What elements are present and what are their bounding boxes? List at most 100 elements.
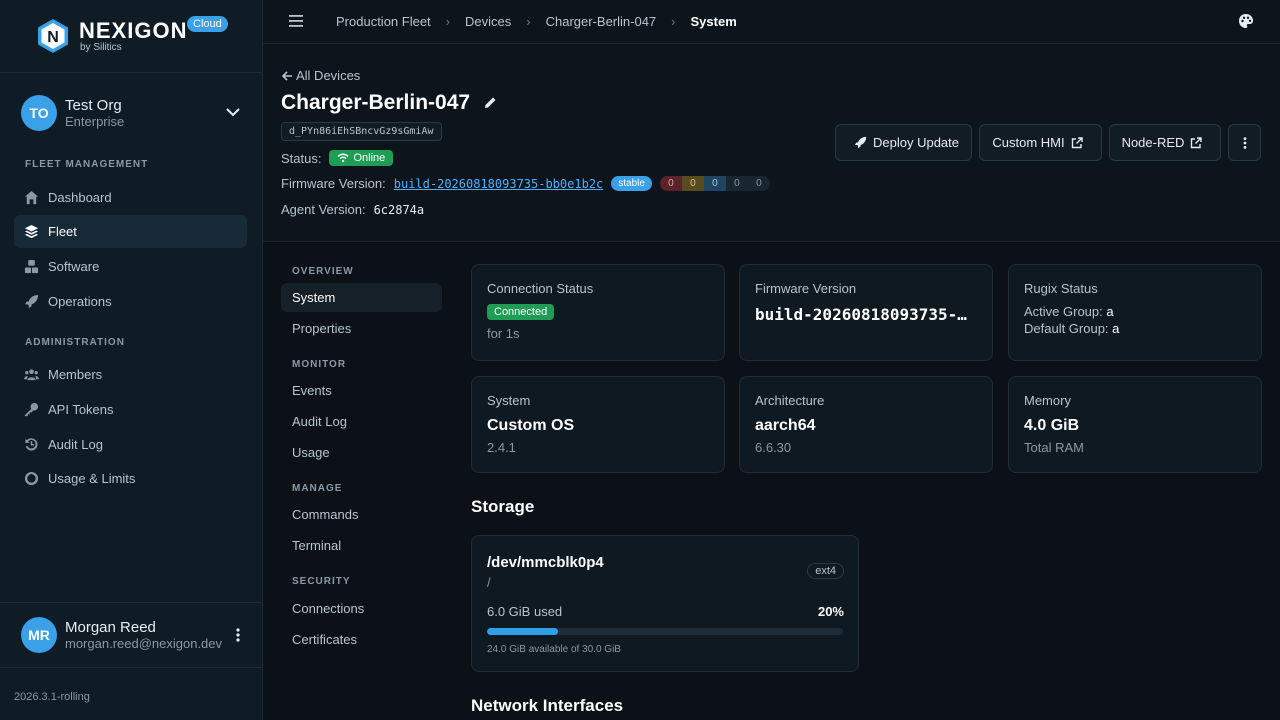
status-badge: Online (329, 150, 394, 166)
wifi-icon (337, 153, 349, 163)
sidebar-item-label: Software (48, 259, 100, 274)
card-label: Rugix Status (1024, 281, 1098, 296)
status-row: Status: Online (281, 150, 394, 166)
menu-icon[interactable] (289, 14, 303, 28)
firmware-value: build-20260818093735-… (755, 305, 967, 324)
user-profile[interactable]: MR Morgan Reed morgan.reed@nexigon.dev (0, 602, 262, 668)
network-heading: Network Interfaces (471, 696, 624, 715)
sidebar-item-dashboard[interactable]: Dashboard (14, 181, 247, 214)
more-vertical-icon (1243, 136, 1246, 149)
connection-duration: for 1s (487, 326, 520, 341)
count-pending: 0 (681, 176, 704, 191)
users-icon (24, 369, 39, 381)
breadcrumb-item[interactable]: Charger-Berlin-047 (546, 14, 657, 29)
sidebar-item-fleet[interactable]: Fleet (14, 215, 247, 248)
rocket-icon (24, 294, 39, 309)
tab-usage[interactable]: Usage (281, 438, 442, 467)
count-running: 0 (703, 176, 726, 191)
breadcrumb-item[interactable]: Devices (465, 14, 511, 29)
update-counts: 0 0 0 0 0 (659, 176, 770, 191)
brand[interactable]: N NEXIGON by Silitics Cloud (0, 0, 262, 73)
firmware-row: Firmware Version: build-20260818093735-b… (281, 176, 770, 191)
custom-hmi-button[interactable]: Custom HMI (979, 124, 1102, 161)
tab-properties[interactable]: Properties (281, 314, 442, 343)
deploy-update-button[interactable]: Deploy Update (835, 124, 972, 161)
rocket-icon (854, 136, 867, 149)
sidebar-item-operations[interactable]: Operations (14, 285, 247, 318)
sidebar-item-label: Fleet (48, 224, 77, 239)
sidebar-item-members[interactable]: Members (14, 358, 247, 391)
sidebar-item-label: Members (48, 367, 103, 382)
page-title: Charger-Berlin-047 (281, 91, 471, 114)
system-value: Custom OS (487, 417, 575, 434)
cloud-badge: Cloud (187, 16, 228, 32)
chevron-right-icon: › (671, 14, 676, 29)
boxes-icon (24, 259, 39, 274)
architecture-card: Architecture aarch64 6.6.30 (739, 376, 993, 473)
user-name: Morgan Reed (65, 619, 156, 636)
tab-terminal[interactable]: Terminal (281, 531, 442, 560)
storage-mount: / (487, 575, 491, 590)
nav-section-admin: ADMINISTRATION (25, 337, 125, 348)
storage-used: 6.0 GiB used (487, 604, 563, 619)
firmware-link[interactable]: build-20260818093735-bb0e1b2c (394, 177, 604, 191)
user-avatar: MR (21, 617, 57, 653)
card-label: Firmware Version (755, 281, 857, 296)
tab-connections[interactable]: Connections (281, 594, 442, 623)
history-icon (25, 438, 38, 451)
tab-system[interactable]: System (281, 283, 442, 312)
memory-card: Memory 4.0 GiB Total RAM (1008, 376, 1262, 473)
chevron-down-icon[interactable] (226, 107, 240, 117)
system-card: System Custom OS 2.4.1 (471, 376, 725, 473)
org-tier: Enterprise (65, 114, 125, 129)
architecture-value: aarch64 (755, 417, 816, 434)
layers-icon (24, 224, 39, 239)
card-label: Memory (1024, 393, 1071, 408)
sidebar-item-label: API Tokens (48, 402, 114, 417)
firmware-card: Firmware Version build-20260818093735-… (739, 264, 993, 361)
more-actions-button[interactable] (1228, 124, 1261, 161)
subnav-section-security: SECURITY (292, 576, 351, 587)
org-switcher[interactable]: TO Test Org Enterprise (0, 73, 262, 153)
org-avatar: TO (21, 95, 57, 131)
sidebar-item-software[interactable]: Software (14, 250, 247, 283)
tab-audit-log[interactable]: Audit Log (281, 407, 442, 436)
agent-row: Agent Version: 6c2874a (281, 202, 424, 217)
gauge-icon (24, 471, 39, 486)
pencil-icon[interactable] (484, 96, 497, 109)
card-label: System (487, 393, 531, 408)
sidebar-item-api-tokens[interactable]: API Tokens (14, 393, 247, 426)
tab-certificates[interactable]: Certificates (281, 625, 442, 654)
count-other: 0 (747, 176, 770, 191)
subnav-section-overview: OVERVIEW (292, 266, 354, 277)
storage-card: /dev/mmcblk0p4 / ext4 6.0 GiB used 20% 2… (471, 535, 859, 672)
breadcrumb-item[interactable]: Production Fleet (336, 14, 431, 29)
external-link-icon (1071, 136, 1083, 148)
sidebar-item-usage-limits[interactable]: Usage & Limits (14, 462, 247, 495)
brand-name: NEXIGON (79, 17, 188, 43)
more-vertical-icon[interactable] (236, 628, 240, 642)
agent-label: Agent Version: (281, 202, 366, 217)
tab-commands[interactable]: Commands (281, 500, 442, 529)
sidebar-item-audit-log[interactable]: Audit Log (14, 428, 247, 461)
nexigon-logo-icon: N (38, 19, 68, 53)
status-value: Online (353, 152, 386, 164)
rugix-status-card: Rugix Status Active Group: a Default Gro… (1008, 264, 1262, 361)
chevron-right-icon: › (445, 14, 451, 29)
node-red-button[interactable]: Node-RED (1109, 124, 1221, 161)
back-link[interactable]: All Devices (281, 68, 360, 83)
firmware-label: Firmware Version: (281, 176, 386, 191)
agent-value: 6c2874a (373, 202, 425, 217)
tab-events[interactable]: Events (281, 376, 442, 405)
storage-heading: Storage (471, 497, 535, 516)
topbar: Production Fleet › Devices › Charger-Ber… (263, 0, 1280, 44)
status-label: Status: (281, 150, 322, 166)
palette-icon[interactable] (1238, 13, 1254, 29)
breadcrumb-current: System (690, 14, 737, 29)
sidebar-item-label: Operations (48, 294, 112, 309)
system-version: 2.4.1 (487, 440, 516, 455)
back-link-label: All Devices (296, 68, 361, 83)
org-name: Test Org (65, 97, 122, 114)
brand-sub: by Silitics (80, 41, 122, 53)
connection-badge: Connected (487, 304, 555, 320)
